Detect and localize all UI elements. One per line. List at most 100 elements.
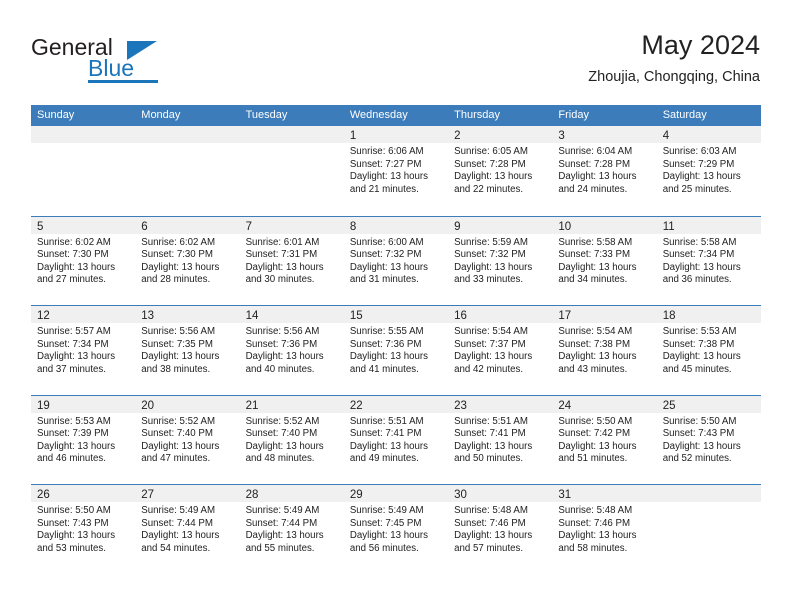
sunset-text: Sunset: 7:29 PM [662, 158, 735, 170]
sunset-text: Sunset: 7:38 PM [558, 338, 631, 350]
day-cell[interactable]: 11 Sunrise: 5:58 AM Sunset: 7:34 PM Dayligh… [656, 216, 761, 305]
daylight-text: and 24 minutes. [558, 183, 628, 195]
daylight-text: Daylight: 13 hours [37, 440, 116, 452]
weekday-header-friday: Friday [558, 109, 589, 121]
day-cell[interactable]: 23 Sunrise: 5:51 AM Sunset: 7:41 PM Dayligh… [448, 395, 553, 484]
day-cell[interactable]: 18 Sunrise: 5:53 AM Sunset: 7:38 PM Dayligh… [656, 306, 761, 395]
day-cell[interactable]: 30 Sunrise: 5:48 AM Sunset: 7:46 PM Dayligh… [448, 485, 553, 574]
day-number-strip [239, 126, 344, 143]
daylight-text: and 21 minutes. [349, 183, 419, 195]
sunrise-text: Sunrise: 5:49 AM [245, 505, 320, 516]
day-cell[interactable]: 13 Sunrise: 5:56 AM Sunset: 7:35 PM Dayligh… [135, 306, 240, 395]
day-cell[interactable]: 28 Sunrise: 5:49 AM Sunset: 7:44 PM Dayligh… [239, 485, 344, 574]
day-cell[interactable]: 25 Sunrise: 5:50 AM Sunset: 7:43 PM Dayligh… [656, 395, 761, 484]
day-cell[interactable]: 1 Sunrise: 6:06 AM Sunset: 7:27 PM Daylight… [343, 126, 449, 216]
day-number-strip: 15 [343, 306, 449, 323]
day-number-strip: 5 [31, 216, 136, 234]
day-cell[interactable]: 21 Sunrise: 5:52 AM Sunset: 7:40 PM Dayligh… [239, 395, 344, 484]
daylight-text: and 52 minutes. [662, 453, 732, 465]
day-cell[interactable]: 17 Sunrise: 5:54 AM Sunset: 7:38 PM Dayligh… [552, 306, 657, 395]
day-number-strip: 25 [656, 395, 761, 413]
day-details: Sunrise: 6:06 AM Sunset: 7:27 PM Daylight:… [344, 143, 448, 196]
day-number-strip: 16 [448, 306, 553, 323]
day-cell[interactable]: 3 Sunrise: 6:04 AM Sunset: 7:28 PM Daylight… [552, 126, 657, 216]
day-cell[interactable]: 15 Sunrise: 5:55 AM Sunset: 7:36 PM Dayligh… [343, 306, 449, 395]
generalblue-logo[interactable]: General Blue [31, 34, 231, 90]
calendar-page: General Blue May 2024 Zhoujia, Chongqing… [0, 0, 792, 612]
daylight-text: Daylight: 13 hours [245, 261, 324, 273]
day-details: Sunrise: 5:54 AM Sunset: 7:37 PM Daylight:… [448, 323, 552, 376]
day-details: Sunrise: 5:53 AM Sunset: 7:38 PM Daylight:… [657, 323, 761, 376]
day-details: Sunrise: 5:48 AM Sunset: 7:46 PM Daylight:… [448, 502, 552, 555]
day-cell[interactable]: 2 Sunrise: 6:05 AM Sunset: 7:28 PM Daylight… [448, 126, 553, 216]
daylight-text: Daylight: 13 hours [662, 440, 741, 452]
daylight-text: Daylight: 13 hours [349, 351, 428, 363]
day-cell-empty [656, 485, 761, 574]
day-cell[interactable]: 8 Sunrise: 6:00 AM Sunset: 7:32 PM Daylight… [343, 216, 449, 305]
logo-text-blue: Blue [88, 55, 135, 81]
day-cell[interactable]: 16 Sunrise: 5:54 AM Sunset: 7:37 PM Dayligh… [448, 306, 553, 395]
sunset-text: Sunset: 7:44 PM [245, 517, 318, 529]
sunrise-text: Sunrise: 6:01 AM [245, 236, 320, 248]
day-cell[interactable]: 9 Sunrise: 5:59 AM Sunset: 7:32 PM Daylight… [448, 216, 553, 305]
sunset-text: Sunset: 7:40 PM [245, 428, 318, 440]
day-number: 27 [141, 489, 155, 501]
daylight-text: Daylight: 13 hours [558, 530, 637, 542]
daylight-text: and 56 minutes. [349, 542, 419, 554]
day-cell[interactable]: 10 Sunrise: 5:58 AM Sunset: 7:33 PM Dayligh… [552, 216, 657, 305]
sunrise-text: Sunrise: 5:54 AM [454, 326, 528, 337]
day-cell[interactable]: 19 Sunrise: 5:53 AM Sunset: 7:39 PM Dayligh… [31, 395, 136, 484]
daylight-text: Daylight: 13 hours [662, 351, 741, 363]
sunset-text: Sunset: 7:27 PM [349, 158, 422, 170]
day-details: Sunrise: 6:03 AM Sunset: 7:29 PM Daylight:… [657, 143, 761, 196]
day-number-strip: 18 [656, 306, 761, 323]
sunrise-text: Sunrise: 5:55 AM [349, 326, 424, 337]
sunrise-text: Sunrise: 6:02 AM [37, 236, 111, 248]
day-cell[interactable]: 6 Sunrise: 6:02 AM Sunset: 7:30 PM Daylight… [135, 216, 240, 305]
sunset-text: Sunset: 7:30 PM [37, 249, 109, 261]
day-number-strip [135, 126, 240, 143]
day-number-strip: 23 [448, 395, 553, 413]
day-number: 26 [37, 489, 50, 501]
day-number-strip: 28 [239, 485, 344, 502]
sunrise-text: Sunrise: 5:52 AM [245, 415, 320, 427]
day-number-strip: 12 [31, 306, 136, 323]
day-cell[interactable]: 5 Sunrise: 6:02 AM Sunset: 7:30 PM Daylight… [31, 216, 136, 305]
day-details: Sunrise: 5:49 AM Sunset: 7:44 PM Daylight:… [240, 502, 344, 555]
sunset-text: Sunset: 7:34 PM [37, 338, 109, 350]
day-details: Sunrise: 5:51 AM Sunset: 7:41 PM Daylight:… [448, 413, 552, 466]
day-number: 24 [558, 399, 572, 412]
day-number-strip: 8 [343, 216, 449, 234]
day-cell[interactable]: 26 Sunrise: 5:50 AM Sunset: 7:43 PM Dayligh… [31, 485, 136, 574]
sunrise-text: Sunrise: 6:04 AM [558, 146, 633, 157]
day-cell[interactable]: 22 Sunrise: 5:51 AM Sunset: 7:41 PM Dayligh… [343, 395, 449, 484]
daylight-text: and 30 minutes. [245, 274, 315, 286]
day-details: Sunrise: 5:48 AM Sunset: 7:46 PM Daylight:… [552, 502, 656, 555]
day-number: 23 [454, 399, 467, 412]
sunset-text: Sunset: 7:46 PM [558, 517, 631, 529]
daylight-text: Daylight: 13 hours [245, 440, 324, 452]
day-cell[interactable]: 4 Sunrise: 6:03 AM Sunset: 7:29 PM Daylight… [656, 126, 761, 216]
day-number-strip: 22 [343, 395, 449, 413]
daylight-text: and 38 minutes. [141, 363, 211, 375]
daylight-text: Daylight: 13 hours [37, 261, 116, 273]
day-cell[interactable]: 24 Sunrise: 5:50 AM Sunset: 7:42 PM Dayligh… [552, 395, 657, 484]
day-cell[interactable]: 27 Sunrise: 5:49 AM Sunset: 7:44 PM Dayligh… [135, 485, 240, 574]
sunrise-text: Sunrise: 6:06 AM [349, 146, 424, 157]
sunset-text: Sunset: 7:34 PM [662, 249, 735, 261]
logo-underline [88, 80, 158, 83]
day-cell[interactable]: 29 Sunrise: 5:49 AM Sunset: 7:45 PM Dayligh… [343, 485, 449, 574]
day-cell[interactable]: 12 Sunrise: 5:57 AM Sunset: 7:34 PM Dayligh… [31, 306, 136, 395]
day-details: Sunrise: 5:54 AM Sunset: 7:38 PM Daylight:… [552, 323, 656, 376]
sunrise-text: Sunrise: 5:48 AM [454, 505, 528, 516]
daylight-text: and 45 minutes. [662, 363, 732, 375]
calendar-week-row: 19 Sunrise: 5:53 AM Sunset: 7:39 PM Dayligh… [31, 394, 761, 484]
day-cell[interactable]: 14 Sunrise: 5:56 AM Sunset: 7:36 PM Dayligh… [239, 306, 344, 395]
day-cell[interactable]: 20 Sunrise: 5:52 AM Sunset: 7:40 PM Dayligh… [135, 395, 240, 484]
sunrise-text: Sunrise: 5:53 AM [37, 415, 111, 427]
day-cell[interactable]: 31 Sunrise: 5:48 AM Sunset: 7:46 PM Dayligh… [552, 485, 657, 574]
sunset-text: Sunset: 7:36 PM [349, 338, 422, 350]
day-cell[interactable]: 7 Sunrise: 6:01 AM Sunset: 7:31 PM Daylight… [239, 216, 344, 305]
daylight-text: Daylight: 13 hours [454, 440, 533, 452]
daylight-text: Daylight: 13 hours [245, 530, 324, 542]
